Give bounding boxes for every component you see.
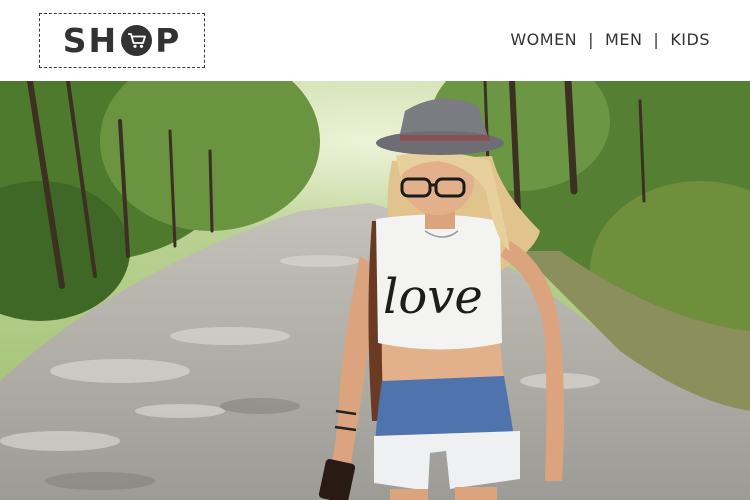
site-header: SH P WOMEN | MEN | KIDS — [0, 0, 750, 81]
logo-text-sh: SH — [62, 21, 119, 60]
logo-text-p: P — [155, 21, 182, 60]
shirt-print: love — [383, 269, 483, 325]
hero-image: love — [0, 81, 750, 500]
shop-logo[interactable]: SH P — [39, 13, 205, 68]
nav-separator: | — [588, 30, 595, 49]
nav-separator: | — [653, 30, 660, 49]
nav-item-women[interactable]: WOMEN — [510, 30, 577, 49]
nav-item-kids[interactable]: KIDS — [670, 30, 710, 49]
logo-wordmark: SH P — [63, 24, 182, 57]
cart-icon — [121, 25, 153, 56]
hero-photo: love — [0, 81, 750, 500]
main-nav: WOMEN | MEN | KIDS — [510, 30, 710, 49]
nav-item-men[interactable]: MEN — [605, 30, 642, 49]
